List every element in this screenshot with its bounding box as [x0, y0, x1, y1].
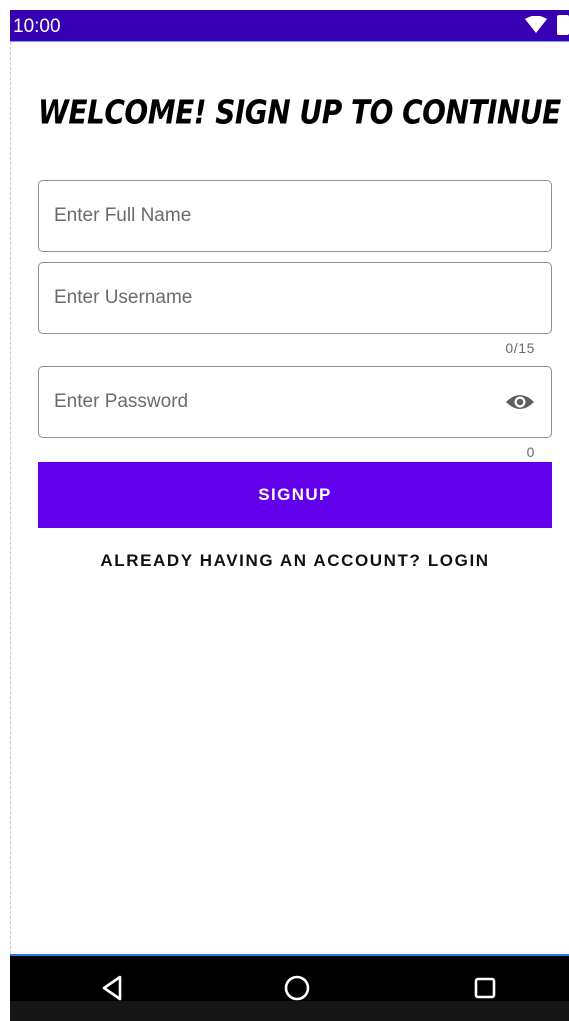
layout-guide [10, 42, 11, 954]
home-icon[interactable] [281, 972, 313, 1004]
status-bar: 10:00 [10, 10, 569, 42]
username-field[interactable] [38, 262, 552, 334]
recents-icon[interactable] [469, 972, 501, 1004]
eye-icon[interactable] [505, 391, 535, 413]
status-time: 10:00 [13, 16, 61, 37]
back-icon[interactable] [96, 972, 128, 1004]
wifi-icon [525, 16, 547, 33]
battery-icon [557, 15, 569, 35]
username-input[interactable] [54, 263, 494, 333]
password-field[interactable] [38, 366, 552, 438]
page-title: WELCOME! SIGN UP TO CONTINUE [38, 93, 561, 132]
password-char-counter: 0 [526, 444, 535, 460]
username-char-counter: 0/15 [505, 340, 535, 356]
login-link[interactable]: ALREADY HAVING AN ACCOUNT? LOGIN [38, 551, 552, 571]
password-input[interactable] [54, 367, 494, 437]
fullname-field[interactable] [38, 180, 552, 252]
fullname-input[interactable] [54, 181, 494, 251]
signup-button[interactable]: SIGNUP [38, 462, 552, 528]
navigation-bar [10, 956, 569, 1021]
nav-bar-strip [10, 1001, 569, 1021]
signup-screen: 10:00 WELCOME! SIGN UP TO CONTINUE 0/15 … [0, 0, 569, 1021]
